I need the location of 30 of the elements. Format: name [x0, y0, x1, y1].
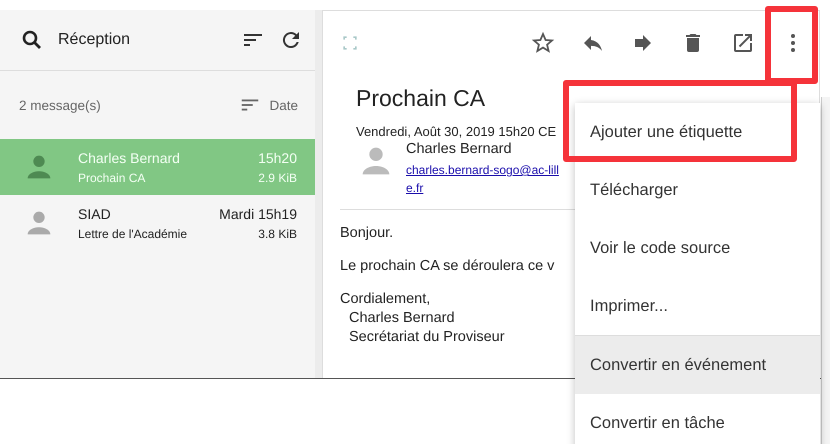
sender-email-link[interactable]: charles.bernard-sogo@ac-lille.fr	[406, 161, 566, 197]
body-paragraph: Bonjour.	[340, 224, 394, 243]
menu-item[interactable]: Convertir en tâche	[575, 394, 820, 444]
menu-item[interactable]: Imprimer...	[575, 277, 820, 335]
folder-title: Réception	[58, 31, 132, 49]
menu-item[interactable]: Convertir en événement	[575, 336, 820, 394]
message-subject: Prochain CA	[78, 170, 146, 184]
closing-text: Cordialement,	[340, 290, 430, 309]
sender-name: SIAD	[78, 206, 112, 222]
message-size: 2.9 KiB	[258, 170, 297, 184]
open-external-icon[interactable]	[731, 31, 755, 55]
star-icon[interactable]	[531, 31, 555, 55]
message-date: Vendredi, Août 30, 2019 15h20 CE	[356, 124, 556, 139]
message-subject: Lettre de l'Académie	[78, 226, 188, 240]
menu-item[interactable]: Voir le code source	[575, 219, 820, 277]
sort-label[interactable]: Date	[269, 98, 298, 112]
scrollbar[interactable]	[821, 97, 830, 444]
message-subject: Prochain CA	[356, 85, 486, 112]
message-time: 15h20	[258, 150, 297, 166]
menu-item[interactable]: Ajouter une étiquette	[575, 103, 820, 161]
body-paragraph: Le prochain CA se déroulera ce v	[340, 257, 554, 276]
message-time: Mardi 15h19	[219, 206, 297, 222]
signature-line: Charles Bernard	[349, 309, 455, 328]
message-size: 3.8 KiB	[258, 226, 297, 240]
sender-name: Charles Bernard	[406, 141, 513, 157]
signature-line: Secrétariat du Proviseur	[349, 328, 505, 347]
message-row[interactable]: SIAD Lettre de l'Académie Mardi 15h19 3.8 KiB	[0, 195, 315, 251]
sender-name: Charles Bernard	[78, 150, 181, 166]
menu-item[interactable]: Télécharger	[575, 161, 820, 219]
message-count: 2 message(s)	[19, 98, 101, 112]
